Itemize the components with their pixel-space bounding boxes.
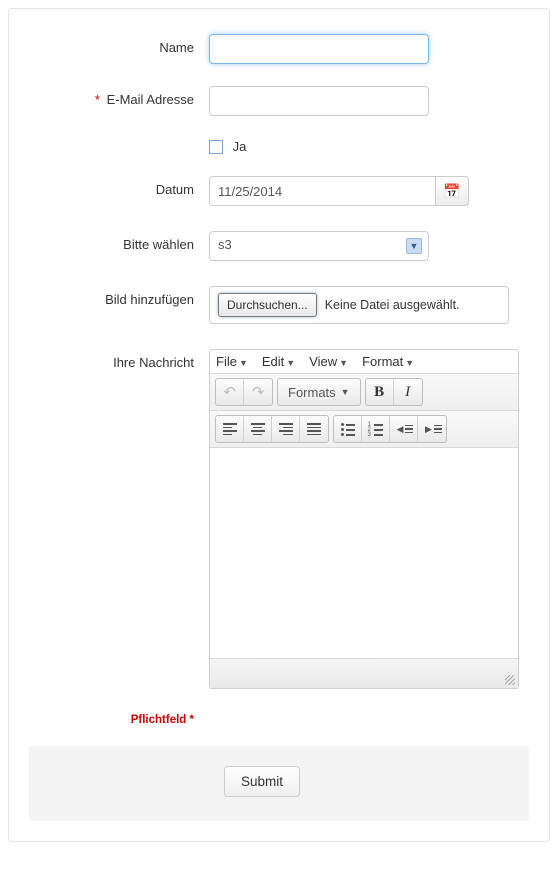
form-panel: Name * E-Mail Adresse Ja Datum 📅 [8, 8, 550, 842]
formats-dropdown[interactable]: Formats▼ [278, 379, 360, 405]
file-status-text: Keine Datei ausgewählt. [325, 298, 460, 312]
italic-button[interactable]: I [394, 379, 422, 405]
resize-handle[interactable] [505, 675, 515, 685]
align-right-button[interactable] [272, 416, 300, 442]
field-email: * E-Mail Adresse [29, 86, 529, 116]
bold-icon: B [374, 384, 384, 401]
indent-button[interactable]: ▶ [418, 416, 446, 442]
email-label: E-Mail Adresse [107, 92, 194, 107]
menu-edit[interactable]: Edit▼ [262, 354, 295, 369]
required-field-note: Pflichtfeld * [29, 714, 209, 726]
undo-button[interactable]: ↶ [216, 379, 244, 405]
number-list-icon: 1 2 3 [369, 423, 383, 435]
select-input[interactable]: s3 ▼ [209, 231, 429, 261]
italic-icon: I [405, 384, 410, 401]
caret-icon: ▼ [341, 387, 350, 397]
name-label: Name [29, 34, 209, 55]
rte-statusbar [210, 658, 518, 688]
select-value: s3 [218, 237, 232, 252]
redo-button[interactable]: ↷ [244, 379, 272, 405]
bullet-list-icon [341, 423, 355, 435]
align-justify-button[interactable] [300, 416, 328, 442]
checkbox-ja[interactable] [209, 140, 223, 154]
align-left-icon [223, 423, 237, 435]
menu-file[interactable]: File▼ [216, 354, 248, 369]
caret-icon: ▼ [339, 358, 348, 368]
rte-toolbar-row2: 1 2 3 ◀ ▶ [210, 411, 518, 448]
field-select: Bitte wählen s3 ▼ [29, 231, 529, 261]
datepicker-button[interactable]: 📅 [435, 176, 469, 206]
indent-icon: ▶ [425, 424, 439, 435]
caret-icon: ▼ [405, 358, 414, 368]
calendar-icon: 📅 [443, 183, 460, 200]
required-star: * [95, 92, 100, 107]
submit-zone: Submit [29, 746, 529, 821]
datum-label: Datum [29, 176, 209, 197]
outdent-button[interactable]: ◀ [390, 416, 418, 442]
file-label: Bild hinzufügen [29, 286, 209, 307]
field-checkbox: Ja [29, 138, 529, 154]
datum-input[interactable] [209, 176, 435, 206]
checkbox-label: Ja [233, 139, 247, 154]
rich-text-editor: File▼ Edit▼ View▼ Format▼ ↶ ↷ Formats▼ B [209, 349, 519, 689]
caret-icon: ▼ [239, 358, 248, 368]
browse-button[interactable]: Durchsuchen... [218, 293, 317, 317]
chevron-down-icon: ▼ [406, 238, 422, 254]
redo-icon: ↷ [252, 383, 265, 401]
align-justify-icon [307, 423, 321, 435]
align-center-button[interactable] [244, 416, 272, 442]
undo-icon: ↶ [223, 383, 236, 401]
rte-menubar: File▼ Edit▼ View▼ Format▼ [210, 350, 518, 373]
menu-view[interactable]: View▼ [309, 354, 348, 369]
number-list-button[interactable]: 1 2 3 [362, 416, 390, 442]
file-input-wrapper: Durchsuchen... Keine Datei ausgewählt. [209, 286, 509, 324]
email-input[interactable] [209, 86, 429, 116]
submit-button[interactable]: Submit [224, 766, 300, 797]
rte-content-area[interactable] [210, 448, 518, 658]
caret-icon: ▼ [286, 358, 295, 368]
menu-format[interactable]: Format▼ [362, 354, 414, 369]
field-name: Name [29, 34, 529, 64]
rte-toolbar-row1: ↶ ↷ Formats▼ B I [210, 373, 518, 411]
select-label: Bitte wählen [29, 231, 209, 252]
name-input[interactable] [209, 34, 429, 64]
outdent-icon: ◀ [397, 424, 411, 435]
align-center-icon [251, 423, 265, 435]
message-label: Ihre Nachricht [29, 349, 209, 370]
align-right-icon [279, 423, 293, 435]
bullet-list-button[interactable] [334, 416, 362, 442]
field-file: Bild hinzufügen Durchsuchen... Keine Dat… [29, 286, 529, 324]
bold-button[interactable]: B [366, 379, 394, 405]
field-datum: Datum 📅 [29, 176, 529, 206]
align-left-button[interactable] [216, 416, 244, 442]
field-message: Ihre Nachricht File▼ Edit▼ View▼ Format▼… [29, 349, 529, 689]
